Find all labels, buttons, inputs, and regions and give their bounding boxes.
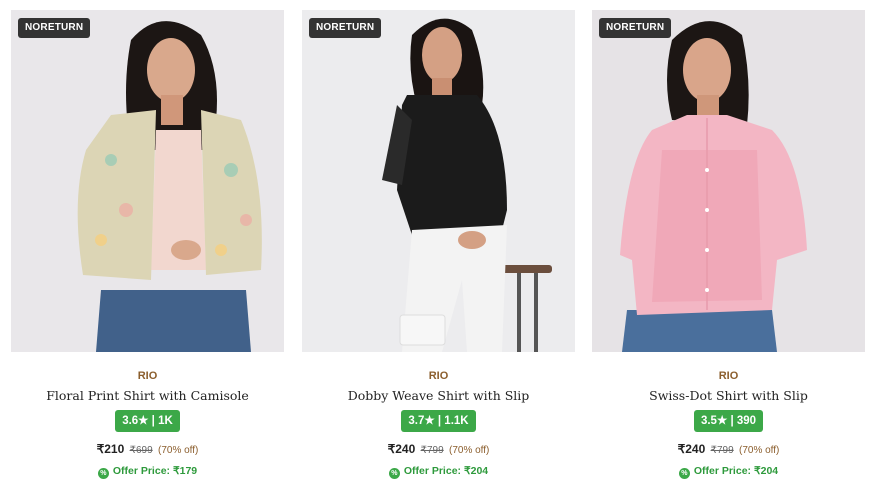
product-card[interactable]: NORETURN RIO Floral Print Shirt with Cam…: [11, 10, 284, 480]
product-card[interactable]: NORETURN RIO Dobby Weave Shirt with Slip…: [302, 10, 575, 480]
offer-price-row: % Offer Price: ₹204: [302, 464, 575, 479]
noreturn-tag: NORETURN: [309, 18, 382, 38]
original-price: ₹699: [129, 445, 153, 456]
price-row: ₹240 ₹799 (70% off): [592, 441, 865, 459]
noreturn-tag: NORETURN: [18, 18, 91, 38]
product-name[interactable]: Swiss-Dot Shirt with Slip: [592, 388, 865, 404]
sale-price: ₹240: [387, 442, 416, 456]
price-row: ₹240 ₹799 (70% off): [302, 441, 575, 459]
discount-label: (70% off): [158, 445, 199, 456]
offer-percent-icon: %: [97, 468, 109, 479]
offer-price: Offer Price: ₹204: [403, 465, 489, 477]
noreturn-tag: NORETURN: [599, 18, 672, 38]
sale-price: ₹240: [677, 442, 706, 456]
offer-price: Offer Price: ₹179: [112, 465, 198, 477]
product-grid: NORETURN RIO Floral Print Shirt with Cam…: [0, 0, 870, 487]
discount-label: (70% off): [739, 445, 780, 456]
offer-price-row: % Offer Price: ₹179: [11, 464, 284, 479]
rating-badge: 3.5★ | 390: [693, 410, 764, 432]
model-photo: [11, 10, 284, 352]
price-row: ₹210 ₹699 (70% off): [11, 441, 284, 459]
offer-price: Offer Price: ₹204: [693, 465, 779, 477]
product-image[interactable]: NORETURN: [592, 10, 865, 352]
model-photo: [302, 10, 575, 352]
discount-label: (70% off): [449, 445, 490, 456]
brand-name[interactable]: RIO: [592, 369, 865, 383]
original-price: ₹799: [420, 445, 444, 456]
offer-price-row: % Offer Price: ₹204: [592, 464, 865, 479]
offer-percent-icon: %: [678, 468, 690, 479]
rating-badge: 3.6★ | 1K: [115, 410, 180, 432]
product-image[interactable]: NORETURN: [302, 10, 575, 352]
brand-name[interactable]: RIO: [11, 369, 284, 383]
offer-percent-icon: %: [388, 468, 400, 479]
model-photo: [592, 10, 865, 352]
product-card[interactable]: NORETURN RIO Swiss-Dot Shirt with Slip 3…: [592, 10, 865, 480]
original-price: ₹799: [710, 445, 734, 456]
sale-price: ₹210: [96, 442, 125, 456]
rating-badge: 3.7★ | 1.1K: [401, 410, 476, 432]
product-image[interactable]: NORETURN: [11, 10, 284, 352]
brand-name[interactable]: RIO: [302, 369, 575, 383]
product-name[interactable]: Dobby Weave Shirt with Slip: [302, 388, 575, 404]
product-name[interactable]: Floral Print Shirt with Camisole: [11, 388, 284, 404]
